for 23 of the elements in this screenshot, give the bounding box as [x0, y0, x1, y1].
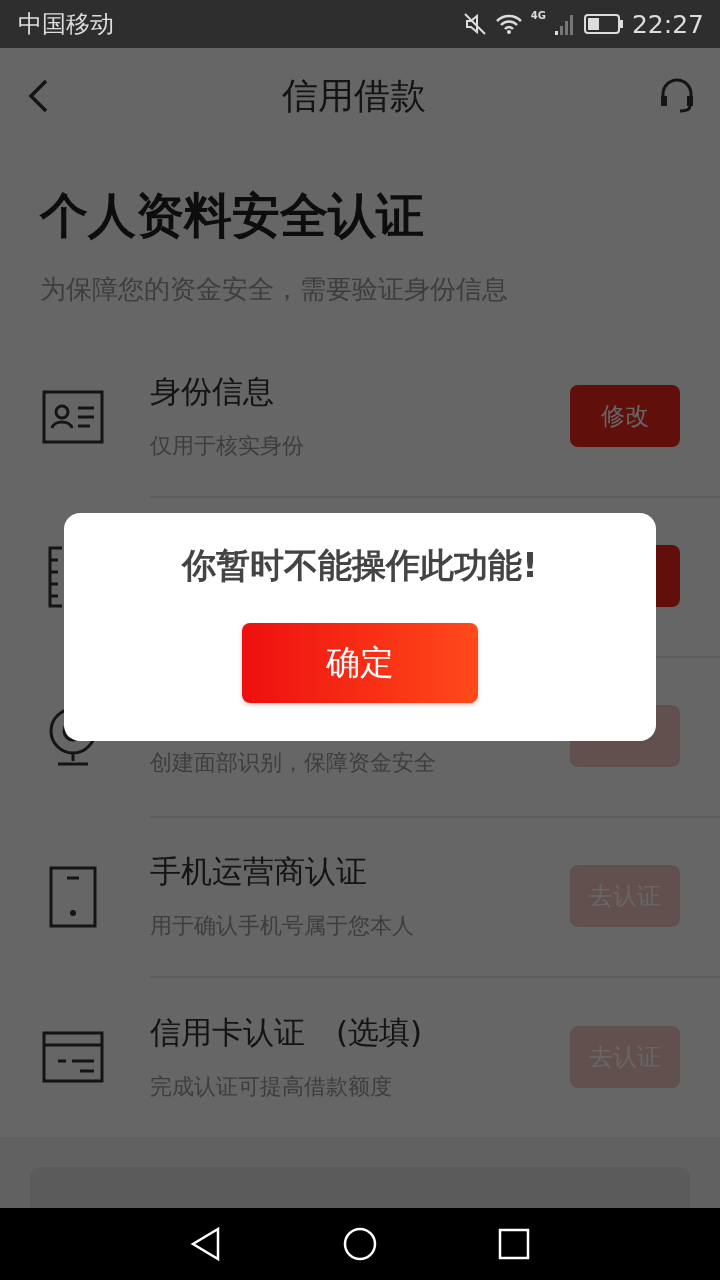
- home-nav-icon[interactable]: [343, 1227, 377, 1261]
- dialog-message: 你暂时不能操作此功能!: [182, 544, 538, 587]
- section-heading: 个人资料安全认证: [38, 186, 425, 245]
- carrier-name: 中国移动: [18, 9, 115, 40]
- back-icon[interactable]: [26, 78, 50, 114]
- network-type: 4G: [530, 10, 546, 21]
- mute-icon: [462, 12, 487, 36]
- confirm-button[interactable]: 确定: [242, 623, 478, 703]
- item-title: 身份信息: [150, 372, 275, 411]
- item-title: 手机运营商认证: [150, 852, 368, 891]
- phone-icon: [48, 866, 98, 928]
- item-title: 信用卡认证 (选填): [150, 1013, 424, 1052]
- recents-nav-icon[interactable]: [497, 1228, 530, 1260]
- id-card-icon: [42, 390, 104, 444]
- headset-icon[interactable]: [658, 78, 696, 114]
- notebook-icon: [46, 546, 62, 608]
- clock-time: 22:27: [631, 9, 704, 39]
- credit-card-icon: [42, 1031, 104, 1083]
- wifi-icon: [494, 13, 523, 35]
- verify-button[interactable]: 修改: [570, 385, 680, 447]
- signal-icon: [553, 12, 576, 36]
- page-title: 信用借款: [282, 73, 426, 118]
- battery-icon: [583, 13, 624, 35]
